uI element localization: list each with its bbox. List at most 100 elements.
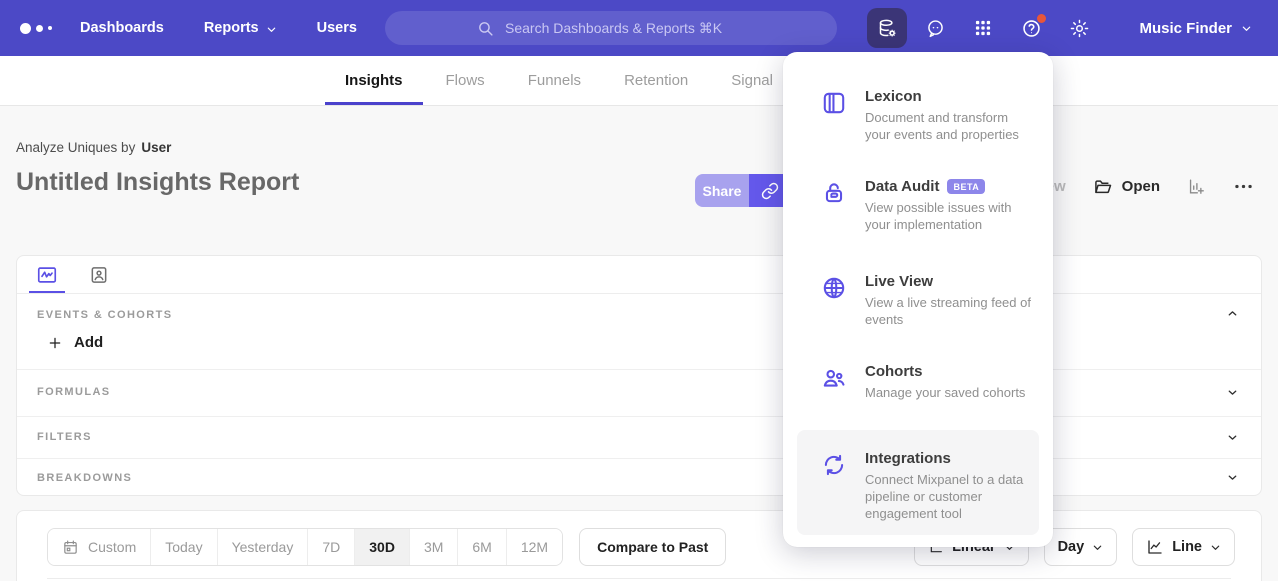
date-range-control: Custom Today Yesterday 7D 30D 3M 6M 12M [47, 528, 563, 566]
date-range-30d[interactable]: 30D [355, 529, 410, 565]
speech-bubble-icon [925, 18, 946, 39]
chevron-down-icon [1092, 542, 1103, 553]
tab-profiles-view[interactable] [81, 256, 117, 293]
date-range-today[interactable]: Today [151, 529, 217, 565]
open-report-button[interactable]: Open [1093, 177, 1160, 197]
nav-item-dashboards[interactable]: Dashboards [80, 20, 164, 36]
settings-button[interactable] [1059, 8, 1099, 48]
project-switcher[interactable]: Music Finder [1133, 19, 1258, 38]
apps-grid-button[interactable] [963, 8, 1003, 48]
grid-icon [973, 18, 993, 38]
nav-item-users[interactable]: Users [317, 20, 357, 36]
menu-item-live-view[interactable]: Live View View a live streaming feed of … [821, 273, 1035, 328]
lexicon-book-icon [821, 90, 847, 116]
share-button[interactable]: Share [695, 174, 749, 207]
add-label: Add [74, 334, 103, 351]
notification-dot [1037, 14, 1046, 23]
tab-retention[interactable]: Retention [624, 56, 688, 105]
menu-item-description: Connect Mixpanel to a data pipeline or c… [865, 471, 1039, 522]
chevron-down-icon [266, 24, 277, 35]
people-icon [821, 365, 847, 391]
menu-item-title: Lexicon [865, 88, 1035, 105]
chevron-down-icon [1226, 431, 1239, 449]
chevron-down-icon [1226, 386, 1239, 404]
menu-item-description: Document and transform your events and p… [865, 109, 1035, 143]
top-nav: Dashboards Reports Users [0, 0, 1278, 56]
toolbar-divider [47, 578, 1231, 579]
builder-icon-tabs [17, 256, 1261, 294]
more-dots-icon [1233, 176, 1254, 197]
tab-flows[interactable]: Flows [446, 56, 485, 105]
section-label: FILTERS [37, 431, 92, 443]
database-gear-icon [877, 18, 898, 39]
interval-dropdown[interactable]: Day [1044, 528, 1118, 566]
tab-signal[interactable]: Signal [731, 56, 773, 105]
more-options-button[interactable] [1233, 176, 1254, 197]
breadcrumb-entity[interactable]: User [141, 140, 171, 155]
nav-item-reports-label: Reports [204, 20, 259, 36]
date-range-12m[interactable]: 12M [507, 529, 562, 565]
breadcrumb-prefix: Analyze Uniques by [16, 140, 135, 155]
person-card-icon [89, 265, 109, 285]
date-range-label: Custom [88, 539, 136, 555]
section-events-cohorts[interactable]: EVENTS & COHORTS Add [17, 294, 1261, 370]
date-range-yesterday[interactable]: Yesterday [218, 529, 309, 565]
globe-icon [821, 275, 847, 301]
interval-label: Day [1058, 539, 1085, 555]
section-label: EVENTS & COHORTS [37, 309, 172, 321]
data-management-button[interactable] [867, 8, 907, 48]
compare-to-past-button[interactable]: Compare to Past [579, 528, 726, 566]
menu-item-title: Live View [865, 273, 1035, 290]
section-label: FORMULAS [37, 386, 111, 398]
open-label: Open [1122, 178, 1160, 195]
menu-item-cohorts[interactable]: Cohorts Manage your saved cohorts [821, 363, 1035, 401]
search-input[interactable] [503, 19, 745, 37]
nav-right-cluster: Music Finder [867, 8, 1258, 48]
tab-events-view[interactable] [29, 256, 65, 293]
date-range-custom[interactable]: Custom [48, 529, 151, 565]
section-breakdowns[interactable]: BREAKDOWNS [17, 459, 1261, 496]
chevron-down-icon [1210, 542, 1221, 553]
add-to-dashboard-button[interactable] [1187, 177, 1206, 196]
report-header: Analyze Uniques by User Untitled Insight… [16, 140, 299, 197]
data-management-popup: Lexicon Document and transform your even… [783, 52, 1053, 547]
date-range-6m[interactable]: 6M [458, 529, 506, 565]
chevron-up-icon [1226, 307, 1239, 325]
sync-arrows-icon [821, 452, 847, 478]
mixpanel-logo-icon[interactable] [20, 23, 52, 34]
menu-item-data-audit[interactable]: Data Audit BETA View possible issues wit… [821, 178, 1035, 233]
section-formulas[interactable]: FORMULAS [17, 370, 1261, 417]
tab-funnels[interactable]: Funnels [528, 56, 581, 105]
messages-button[interactable] [915, 8, 955, 48]
menu-item-title: Integrations [865, 450, 1039, 467]
menu-item-title: Cohorts [865, 363, 1025, 380]
chart-wave-icon [36, 264, 58, 286]
chevron-down-icon [1226, 471, 1239, 489]
menu-item-lexicon[interactable]: Lexicon Document and transform your even… [821, 88, 1035, 143]
menu-item-description: View a live streaming feed of events [865, 294, 1035, 328]
section-label: BREAKDOWNS [37, 472, 132, 484]
chart-type-label: Line [1172, 539, 1202, 555]
date-range-3m[interactable]: 3M [410, 529, 458, 565]
query-builder-panel: EVENTS & COHORTS Add FORMULAS FILTERS [16, 255, 1262, 496]
line-chart-icon [1146, 538, 1164, 556]
folder-icon [1093, 177, 1113, 197]
section-filters[interactable]: FILTERS [17, 417, 1261, 459]
gear-icon [1069, 18, 1090, 39]
chevron-down-icon [1241, 23, 1252, 34]
search-icon [477, 20, 494, 37]
tab-insights[interactable]: Insights [345, 56, 403, 105]
toolbar-row: Custom Today Yesterday 7D 30D 3M 6M 12M … [17, 511, 1261, 566]
primary-nav: Dashboards Reports Users [80, 20, 357, 36]
page-title[interactable]: Untitled Insights Report [16, 168, 299, 197]
audit-lock-icon [821, 180, 847, 206]
global-search[interactable] [385, 11, 837, 45]
nav-item-reports[interactable]: Reports [204, 20, 277, 36]
help-button[interactable] [1011, 8, 1051, 48]
chart-type-dropdown[interactable]: Line [1132, 528, 1235, 566]
date-range-7d[interactable]: 7D [308, 529, 355, 565]
beta-badge: BETA [947, 179, 985, 194]
link-icon [761, 182, 779, 200]
add-event-button[interactable]: Add [47, 334, 103, 351]
menu-item-integrations[interactable]: Integrations Connect Mixpanel to a data … [797, 430, 1039, 535]
